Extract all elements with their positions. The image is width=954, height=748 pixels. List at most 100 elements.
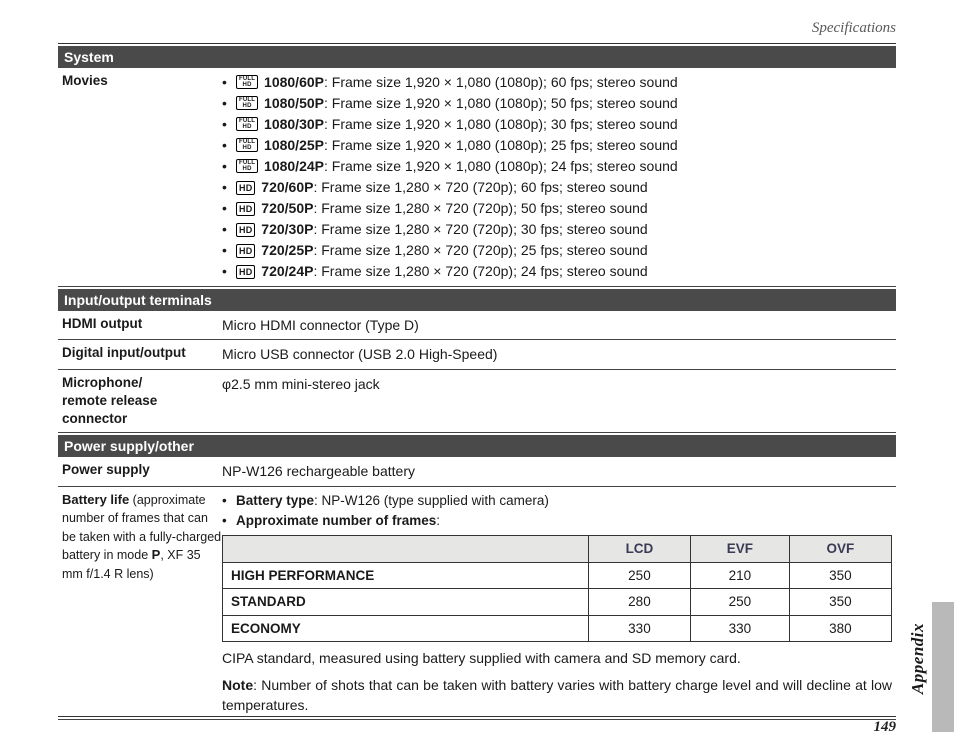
section-bar-power: Power supply/other — [58, 435, 896, 457]
section-bar-system: System — [58, 46, 896, 68]
manual-page: Specifications System Movies 1080/60P: F… — [58, 20, 896, 720]
movie-name: 720/24P — [257, 263, 313, 279]
row-mic: Microphone/ remote release connector φ2.… — [58, 370, 896, 434]
movie-desc: : Frame size 1,280 × 720 (720p); 25 fps;… — [313, 242, 647, 258]
hd-icon — [236, 244, 255, 258]
movie-item: 720/24P: Frame size 1,280 × 720 (720p); … — [222, 261, 892, 282]
battery-note-rest: : Number of shots that can be taken with… — [222, 677, 892, 713]
cell-evf: 330 — [691, 615, 790, 642]
movie-item: 720/30P: Frame size 1,280 × 720 (720p); … — [222, 219, 892, 240]
movie-desc: : Frame size 1,280 × 720 (720p); 50 fps;… — [313, 200, 647, 216]
hd-icon — [236, 223, 255, 237]
label-battery-life-main: Battery life — [62, 492, 129, 507]
battery-table-header-row: LCD EVF OVF — [223, 536, 892, 563]
value-hdmi: Micro HDMI connector (Type D) — [222, 315, 892, 335]
hd-icon — [236, 181, 255, 195]
battery-th-ovf: OVF — [789, 536, 891, 563]
battery-note-bold: Note — [222, 677, 253, 693]
side-tab — [932, 602, 954, 732]
page-number: 149 — [58, 716, 896, 736]
movie-desc: : Frame size 1,920 × 1,080 (1080p); 60 f… — [324, 74, 678, 90]
cipa-note: CIPA standard, measured using battery su… — [222, 648, 892, 668]
movie-item: 1080/30P: Frame size 1,920 × 1,080 (1080… — [222, 114, 892, 135]
movie-desc: : Frame size 1,280 × 720 (720p); 30 fps;… — [313, 221, 647, 237]
movie-name: 720/60P — [257, 179, 313, 195]
table-row: STANDARD280250350 — [223, 589, 892, 616]
movie-desc: : Frame size 1,920 × 1,080 (1080p); 30 f… — [324, 116, 678, 132]
movie-name: 720/50P — [257, 200, 313, 216]
battery-th-empty — [223, 536, 589, 563]
movie-item: 1080/24P: Frame size 1,920 × 1,080 (1080… — [222, 156, 892, 177]
cell-evf: 210 — [691, 562, 790, 589]
value-mic: φ2.5 mm mini-stereo jack — [222, 374, 892, 394]
movie-desc: : Frame size 1,920 × 1,080 (1080p); 25 f… — [324, 137, 678, 153]
movie-desc: : Frame size 1,280 × 720 (720p); 60 fps;… — [313, 179, 647, 195]
row-digital-io: Digital input/output Micro USB connector… — [58, 340, 896, 369]
row-movies: Movies 1080/60P: Frame size 1,920 × 1,08… — [58, 68, 896, 287]
cell-lcd: 250 — [588, 562, 690, 589]
header-rule — [58, 43, 896, 44]
full-hd-icon — [236, 117, 258, 131]
movie-item: 720/25P: Frame size 1,280 × 720 (720p); … — [222, 240, 892, 261]
battery-table: LCD EVF OVF HIGH PERFORMANCE250210350STA… — [222, 535, 892, 642]
label-mic-sub: remote release connector — [62, 393, 157, 426]
battery-th-evf: EVF — [691, 536, 790, 563]
movie-item: 1080/25P: Frame size 1,920 × 1,080 (1080… — [222, 135, 892, 156]
row-mode: HIGH PERFORMANCE — [223, 562, 589, 589]
movie-name: 1080/24P — [260, 158, 324, 174]
battery-type-line: Battery type: NP-W126 (type supplied wit… — [222, 491, 892, 511]
table-row: ECONOMY330330380 — [223, 615, 892, 642]
movie-name: 1080/50P — [260, 95, 324, 111]
approx-frames-line: Approximate number of frames: — [222, 511, 892, 531]
movie-desc: : Frame size 1,280 × 720 (720p); 24 fps;… — [313, 263, 647, 279]
row-mode: STANDARD — [223, 589, 589, 616]
label-digital-io: Digital input/output — [62, 344, 222, 362]
row-hdmi: HDMI output Micro HDMI connector (Type D… — [58, 311, 896, 340]
movie-item: 720/50P: Frame size 1,280 × 720 (720p); … — [222, 198, 892, 219]
mode-p-icon: P — [152, 546, 161, 564]
movie-desc: : Frame size 1,920 × 1,080 (1080p); 24 f… — [324, 158, 678, 174]
content-movies: 1080/60P: Frame size 1,920 × 1,080 (1080… — [222, 72, 892, 282]
approx-frames-rest: : — [436, 513, 440, 528]
movie-item: 1080/60P: Frame size 1,920 × 1,080 (1080… — [222, 72, 892, 93]
content-battery-life: Battery type: NP-W126 (type supplied wit… — [222, 491, 892, 716]
side-appendix-label: Appendix — [908, 623, 928, 694]
movie-name: 720/30P — [257, 221, 313, 237]
battery-type-bold: Battery type — [236, 493, 314, 508]
movie-name: 1080/25P — [260, 137, 324, 153]
label-mic: Microphone/ remote release connector — [62, 374, 222, 429]
movie-desc: : Frame size 1,920 × 1,080 (1080p); 50 f… — [324, 95, 678, 111]
full-hd-icon — [236, 96, 258, 110]
cell-ovf: 350 — [789, 589, 891, 616]
value-digital-io: Micro USB connector (USB 2.0 High-Speed) — [222, 344, 892, 364]
row-mode: ECONOMY — [223, 615, 589, 642]
cell-ovf: 380 — [789, 615, 891, 642]
movie-name: 720/25P — [257, 242, 313, 258]
header-section-label: Specifications — [58, 20, 896, 43]
cell-ovf: 350 — [789, 562, 891, 589]
label-hdmi: HDMI output — [62, 315, 222, 333]
label-mic-main: Microphone/ — [62, 375, 142, 390]
movie-item: 720/60P: Frame size 1,280 × 720 (720p); … — [222, 177, 892, 198]
row-battery-life: Battery life (approximate number of fram… — [58, 487, 896, 721]
hd-icon — [236, 202, 255, 216]
label-movies: Movies — [62, 72, 222, 90]
battery-type-rest: : NP-W126 (type supplied with camera) — [314, 493, 549, 508]
movie-name: 1080/30P — [260, 116, 324, 132]
section-bar-io: Input/output terminals — [58, 289, 896, 311]
full-hd-icon — [236, 159, 258, 173]
cell-lcd: 280 — [588, 589, 690, 616]
movie-name: 1080/60P — [260, 74, 324, 90]
label-battery-life: Battery life (approximate number of fram… — [62, 491, 222, 584]
hd-icon — [236, 265, 255, 279]
battery-th-lcd: LCD — [588, 536, 690, 563]
full-hd-icon — [236, 75, 258, 89]
row-power-supply: Power supply NP-W126 rechargeable batter… — [58, 457, 896, 486]
movie-item: 1080/50P: Frame size 1,920 × 1,080 (1080… — [222, 93, 892, 114]
label-power-supply: Power supply — [62, 461, 222, 479]
movies-list: 1080/60P: Frame size 1,920 × 1,080 (1080… — [222, 72, 892, 282]
table-row: HIGH PERFORMANCE250210350 — [223, 562, 892, 589]
cell-evf: 250 — [691, 589, 790, 616]
battery-note: Note: Number of shots that can be taken … — [222, 675, 892, 716]
full-hd-icon — [236, 138, 258, 152]
